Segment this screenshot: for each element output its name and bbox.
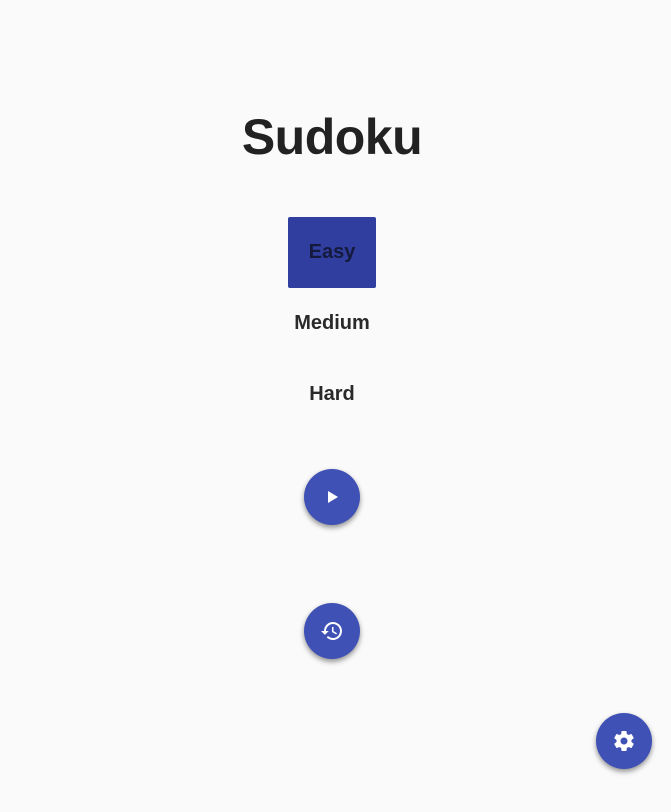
- settings-button[interactable]: [596, 713, 652, 769]
- difficulty-option-hard[interactable]: Hard: [272, 359, 392, 430]
- play-icon: [320, 485, 344, 509]
- gear-icon: [612, 729, 636, 753]
- difficulty-option-easy[interactable]: Easy: [288, 217, 376, 288]
- difficulty-selector: Easy Medium Hard: [0, 217, 664, 430]
- play-button[interactable]: [304, 469, 360, 525]
- history-icon: [320, 619, 344, 643]
- difficulty-option-medium[interactable]: Medium: [272, 288, 392, 359]
- history-button[interactable]: [304, 603, 360, 659]
- app-title: Sudoku: [241, 109, 423, 165]
